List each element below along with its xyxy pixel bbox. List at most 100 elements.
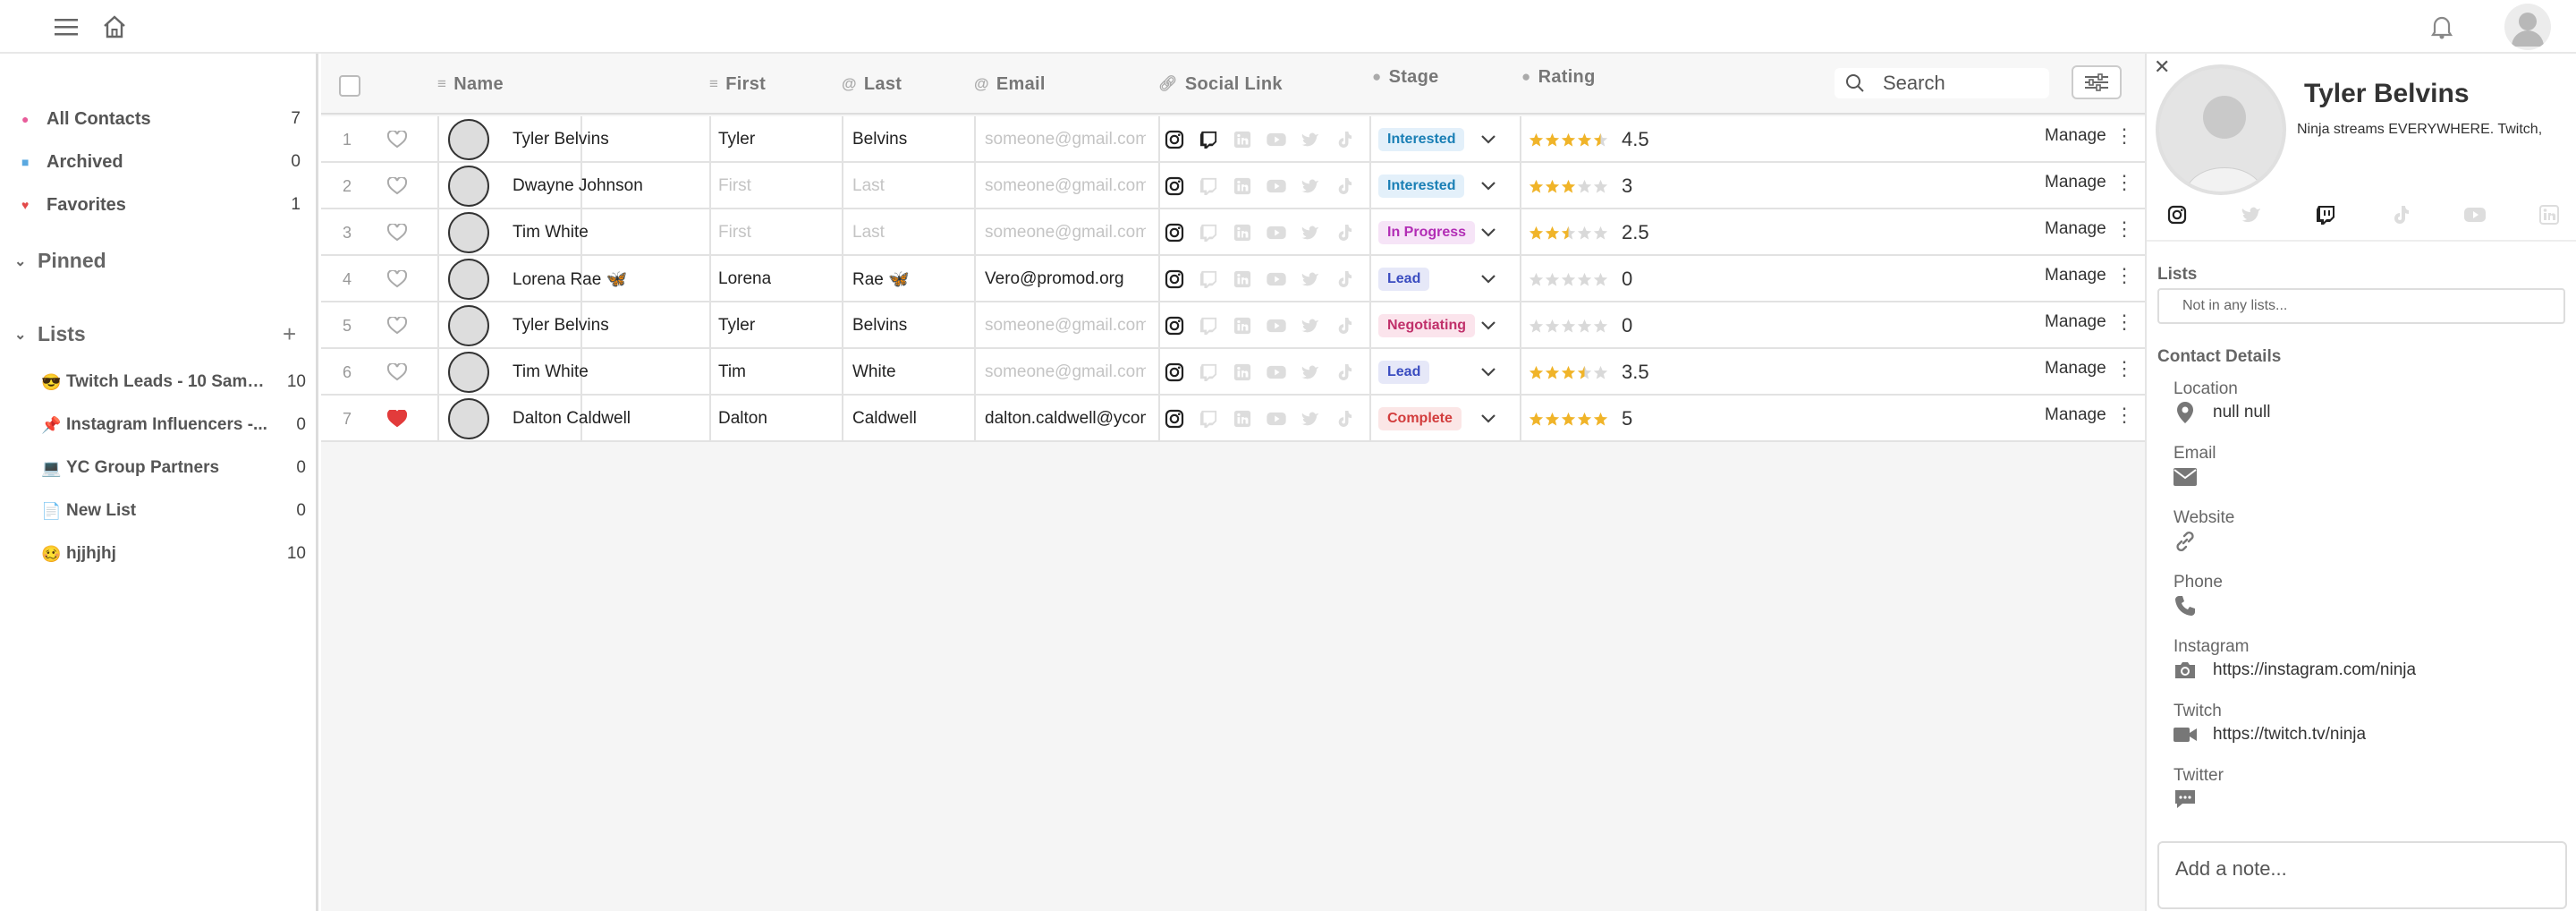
contact-name[interactable]: Tim White [513,349,589,396]
stage-dropdown-chevron-icon[interactable] [1480,163,1496,209]
more-options-icon[interactable]: ⋮ [2114,252,2134,299]
rating-stars[interactable]: 4.5 [1529,116,1649,163]
twitch-value[interactable]: https://twitch.tv/ninja [2213,725,2366,745]
tiktok-icon[interactable] [1334,268,1355,290]
last-name-cell[interactable]: Last [852,209,885,256]
instagram-icon[interactable] [1164,175,1185,197]
column-header-last[interactable]: @ Last [842,54,902,115]
column-header-name[interactable]: ≡ Name [437,54,504,115]
twitter-icon[interactable] [1300,222,1321,243]
first-name-cell[interactable]: Dalton [718,396,767,442]
list-item[interactable]: 💻 YC Group Partners 0 [41,450,306,486]
list-item[interactable]: 📄 New List 0 [41,493,306,529]
contact-name[interactable]: Dalton Caldwell [513,396,631,442]
tiktok-icon[interactable] [1334,408,1355,430]
twitch-icon[interactable] [1198,315,1219,336]
table-row[interactable]: 2 Dwayne Johnson First Last someone@gmail.co… [321,163,2146,209]
instagram-icon[interactable] [1164,222,1185,243]
linkedin-icon[interactable] [1232,315,1253,336]
manage-button[interactable]: Manage [2045,206,2106,252]
table-row[interactable]: 1 Tyler Belvins Tyler Belvins someone@gmail.… [321,116,2146,163]
note-input[interactable]: Add a note... [2157,841,2567,909]
close-icon[interactable]: ✕ [2154,55,2170,79]
phone-icon[interactable] [2172,592,2199,619]
favorite-heart-icon[interactable] [387,256,407,302]
contact-name[interactable]: Dwayne Johnson [513,163,643,209]
twitter-icon[interactable] [1300,408,1321,430]
tiktok-icon[interactable] [1334,175,1355,197]
column-header-social[interactable]: 🔗︎ Social Link [1158,54,1283,115]
more-options-icon[interactable]: ⋮ [2114,392,2134,438]
favorite-heart-icon[interactable] [387,209,407,256]
linkedin-icon[interactable] [1232,362,1253,383]
last-name-cell[interactable]: Rae 🦋 [852,256,910,302]
linkedin-icon[interactable] [2538,204,2560,226]
linkedin-icon[interactable] [1232,175,1253,197]
twitter-icon[interactable] [2241,204,2262,226]
email-cell[interactable]: someone@gmail.com [985,302,1146,349]
sidebar-item-all-contacts[interactable]: ● All Contacts 7 [21,101,301,137]
column-header-stage[interactable]: ● Stage [1372,47,1439,107]
manage-button[interactable]: Manage [2045,345,2106,392]
twitter-icon[interactable] [1300,175,1321,197]
contact-name[interactable]: Lorena Rae 🦋 [513,256,627,302]
manage-button[interactable]: Manage [2045,299,2106,345]
user-avatar[interactable] [2504,4,2551,50]
first-name-cell[interactable]: Lorena [718,256,771,302]
favorite-heart-icon[interactable] [387,396,407,442]
rating-stars[interactable]: 0 [1529,302,1632,349]
menu-icon[interactable] [50,11,82,43]
contact-name[interactable]: Tyler Belvins [513,302,609,349]
rating-stars[interactable]: 0 [1529,256,1632,302]
column-header-email[interactable]: @ Email [974,54,1046,115]
twitter-icon[interactable] [1300,315,1321,336]
more-options-icon[interactable]: ⋮ [2114,299,2134,345]
twitch-icon[interactable] [2315,204,2336,226]
last-name-cell[interactable]: White [852,349,896,396]
tiktok-icon[interactable] [1334,129,1355,150]
twitch-icon[interactable] [1198,408,1219,430]
linkedin-icon[interactable] [1232,408,1253,430]
manage-button[interactable]: Manage [2045,113,2106,159]
rating-stars[interactable]: 5 [1529,396,1632,442]
rating-stars[interactable]: 2.5 [1529,209,1649,256]
youtube-icon[interactable] [1266,222,1287,243]
table-row[interactable]: 4 Lorena Rae 🦋 Lorena Rae 🦋 Vero@promod.org … [321,256,2146,302]
rating-stars[interactable]: 3 [1529,163,1632,209]
list-item[interactable]: 🥴 hjjhjhj 10 [41,536,306,572]
youtube-icon[interactable] [1266,268,1287,290]
stage-dropdown-chevron-icon[interactable] [1480,302,1496,349]
table-row[interactable]: 5 Tyler Belvins Tyler Belvins someone@gmail.… [321,302,2146,349]
contact-name[interactable]: Tyler Belvins [513,116,609,163]
stage-dropdown-chevron-icon[interactable] [1480,396,1496,442]
instagram-icon[interactable] [1164,268,1185,290]
email-cell[interactable]: someone@gmail.com [985,349,1146,396]
list-item[interactable]: 📌 Instagram Influencers -... 0 [41,407,306,443]
first-name-cell[interactable]: Tim [718,349,746,396]
instagram-icon[interactable] [2166,204,2188,226]
pinned-section-toggle[interactable]: ⌄ Pinned [14,249,106,273]
youtube-icon[interactable] [1266,408,1287,430]
sidebar-item-favorites[interactable]: ♥ Favorites 1 [21,187,301,223]
select-all-checkbox[interactable] [339,75,360,97]
rating-stars[interactable]: 3.5 [1529,349,1649,396]
manage-button[interactable]: Manage [2045,252,2106,299]
youtube-icon[interactable] [1266,175,1287,197]
table-row[interactable]: 3 Tim White First Last someone@gmail.com In … [321,209,2146,256]
add-list-button[interactable]: + [283,320,296,348]
favorite-heart-icon[interactable] [387,163,407,209]
youtube-icon[interactable] [1266,362,1287,383]
table-row[interactable]: 7 Dalton Caldwell Dalton Caldwell dalton.cal… [321,396,2146,442]
linkedin-icon[interactable] [1232,268,1253,290]
twitter-icon[interactable] [1300,129,1321,150]
last-name-cell[interactable]: Caldwell [852,396,917,442]
more-options-icon[interactable]: ⋮ [2114,159,2134,206]
first-name-cell[interactable]: First [718,209,751,256]
contact-name[interactable]: Tim White [513,209,589,256]
first-name-cell[interactable]: Tyler [718,302,755,349]
tiktok-icon[interactable] [2390,204,2411,226]
search-input[interactable]: Search [1835,68,2049,98]
tiktok-icon[interactable] [1334,222,1355,243]
instagram-icon[interactable] [1164,408,1185,430]
youtube-icon[interactable] [2463,204,2486,226]
